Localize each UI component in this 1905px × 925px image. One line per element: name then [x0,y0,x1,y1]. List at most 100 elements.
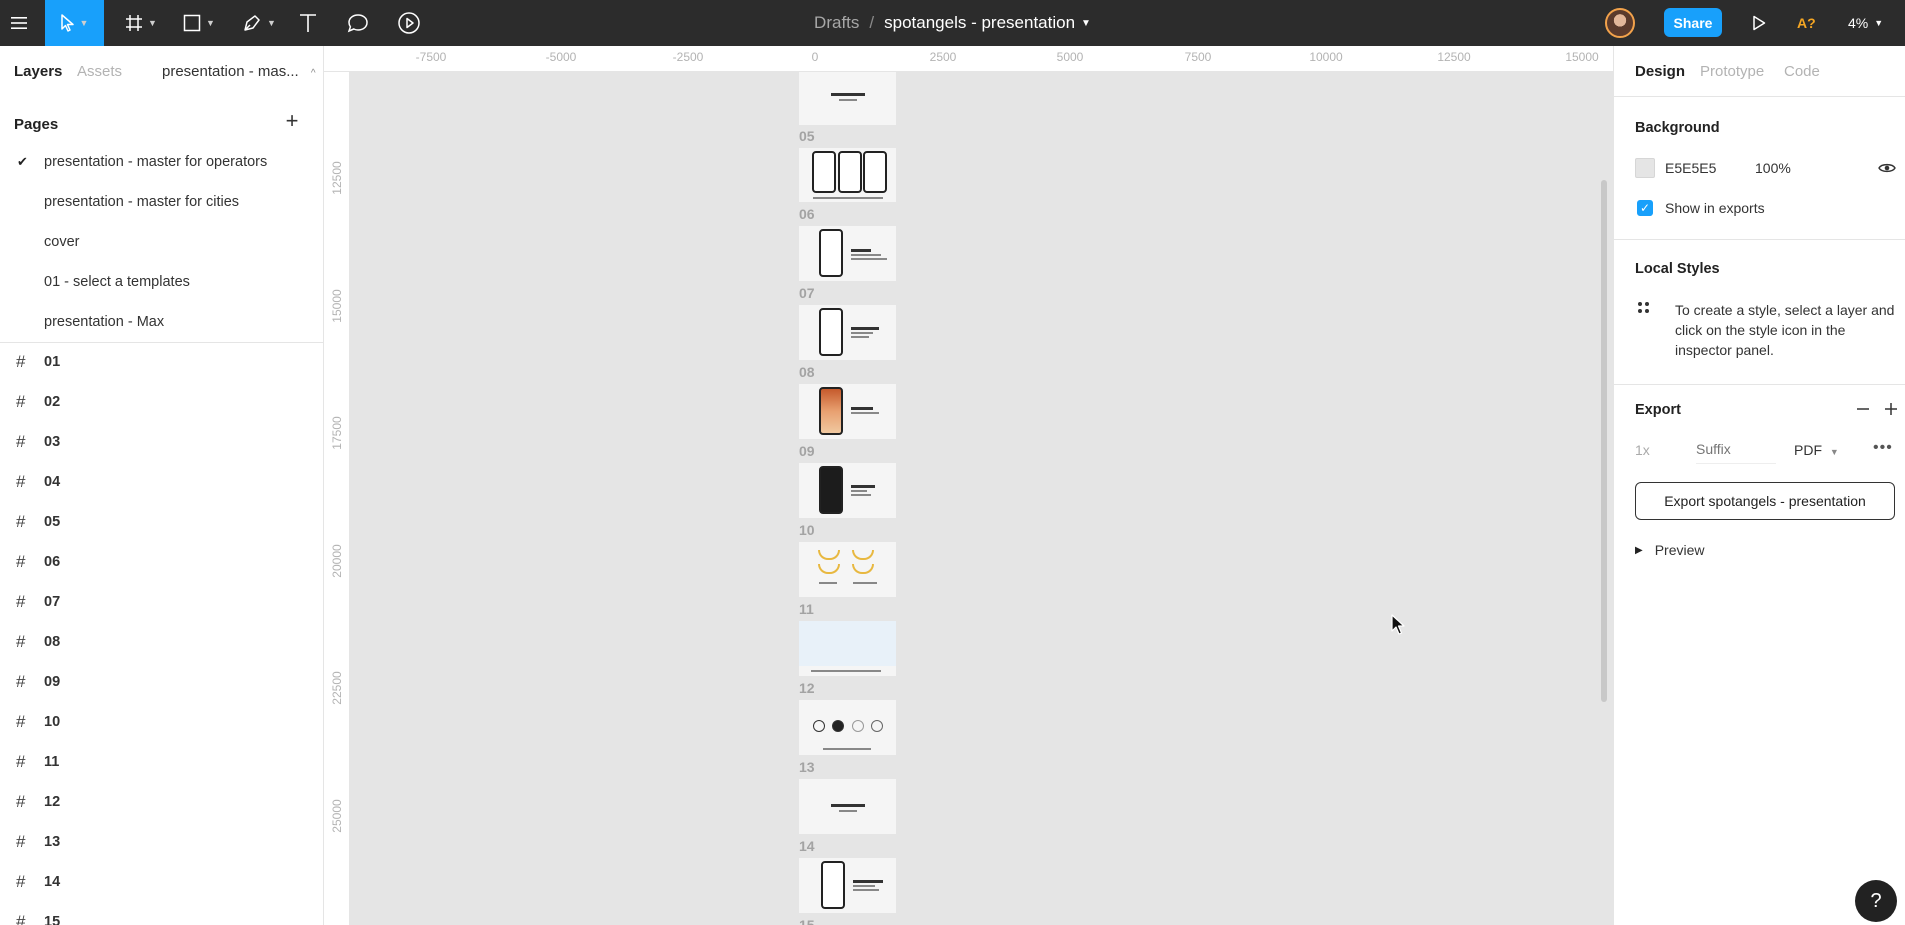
frame-label[interactable]: 09 [799,443,815,459]
layer-row[interactable]: #05 [0,502,323,542]
thumbnail-title [851,249,871,252]
present-button[interactable] [1747,0,1771,46]
layer-row[interactable]: #13 [0,822,323,862]
breadcrumb-drafts[interactable]: Drafts [814,13,859,33]
present-tool-button[interactable] [395,0,423,46]
frame-label[interactable]: 13 [799,759,815,775]
thumbnail-title [851,485,875,488]
preview-toggle[interactable]: ▶ Preview [1635,542,1705,558]
frame-thumbnail[interactable] [799,148,896,202]
preview-label: Preview [1654,542,1705,558]
help-button[interactable]: ? [1855,880,1897,922]
frame-label[interactable]: 06 [799,206,815,222]
frame-thumbnail[interactable] [799,858,896,913]
plus-icon [1885,403,1897,415]
page-item[interactable]: 01 - select a templates [0,262,323,302]
award-badge [818,564,840,574]
main-menu-button[interactable] [0,0,38,46]
thumbnail-title [853,880,883,883]
thumbnail-title [831,93,865,96]
layer-row[interactable]: #03 [0,422,323,462]
background-hex-input[interactable]: E5E5E5 [1665,160,1716,176]
remove-export-button[interactable] [1854,400,1872,418]
layer-row[interactable]: #06 [0,542,323,582]
frame-tool-button[interactable]: ▼ [122,0,160,46]
frame-label[interactable]: 11 [799,601,814,617]
phone-mockup [821,861,845,909]
top-toolbar: ▼ ▼ ▼ ▼ Drafts / spotangels - presentati… [0,0,1905,46]
layer-row[interactable]: #09 [0,662,323,702]
page-item[interactable]: cover [0,222,323,262]
frame-icon: # [16,792,26,811]
add-export-button[interactable] [1882,400,1900,418]
tab-assets[interactable]: Assets [77,63,122,80]
accessibility-button[interactable]: A? [1797,0,1816,46]
canvas[interactable]: 05 06 07 08 09 10 11 12 13 14 15 [350,72,1613,925]
logo-circle [852,720,864,732]
layer-row[interactable]: #01 [0,342,323,382]
page-item[interactable]: presentation - Max [0,302,323,342]
avatar[interactable] [1605,8,1635,38]
frame-thumbnail[interactable] [799,779,896,834]
frame-label[interactable]: 10 [799,522,815,538]
frame-thumbnail[interactable] [799,305,896,360]
frame-thumbnail[interactable] [799,621,896,676]
map-thumbnail [799,621,896,666]
layer-row[interactable]: #11 [0,742,323,782]
thumbnail-text [851,336,869,338]
plus-icon: + [285,108,299,133]
file-title[interactable]: spotangels - presentation [884,13,1075,33]
comment-tool-button[interactable] [344,0,372,46]
text-tool-button[interactable] [296,0,320,46]
frame-label[interactable]: 15 [799,917,815,925]
frame-label[interactable]: 05 [799,128,815,144]
export-format-select[interactable]: PDF ▼ [1794,442,1839,458]
ruler-tick-label: 0 [811,50,819,64]
layer-row[interactable]: #12 [0,782,323,822]
frame-thumbnail[interactable] [799,700,896,755]
layer-row[interactable]: #14 [0,862,323,902]
shape-tool-button[interactable]: ▼ [178,0,220,46]
thumbnail-title [851,327,879,330]
zoom-dropdown[interactable]: 4% ▼ [1848,0,1883,46]
layer-row[interactable]: #08 [0,622,323,662]
ruler-tick-label: 12500 [1437,50,1471,64]
frame-label[interactable]: 12 [799,680,815,696]
layer-row[interactable]: #07 [0,582,323,622]
export-button[interactable]: Export spotangels - presentation [1635,482,1895,520]
eye-icon[interactable] [1878,161,1896,175]
frame-label[interactable]: 14 [799,838,815,854]
frame-thumbnail[interactable] [799,542,896,597]
more-options-icon[interactable]: ••• [1873,439,1893,457]
export-scale-input[interactable]: 1x [1635,442,1650,458]
background-color-swatch[interactable] [1635,158,1655,178]
tab-design[interactable]: Design [1635,63,1685,80]
page-item[interactable]: presentation - master for cities [0,182,323,222]
frame-thumbnail[interactable] [799,72,896,125]
background-opacity-input[interactable]: 100% [1755,160,1791,176]
frame-label[interactable]: 07 [799,285,815,301]
ruler-tick-label: 25000 [330,799,344,833]
frame-thumbnail[interactable] [799,226,896,281]
layer-row[interactable]: #04 [0,462,323,502]
move-tool-button[interactable]: ▼ [45,0,104,46]
layer-row[interactable]: #02 [0,382,323,422]
tab-prototype[interactable]: Prototype [1700,63,1764,80]
pen-tool-button[interactable]: ▼ [238,0,280,46]
share-button[interactable]: Share [1664,8,1722,37]
frame-thumbnail[interactable] [799,463,896,518]
current-page-select[interactable]: presentation - mas... ^ [162,63,316,80]
layer-row[interactable]: #15 [0,902,323,925]
frame-icon: # [16,872,26,891]
layer-row[interactable]: #10 [0,702,323,742]
frame-thumbnail[interactable] [799,384,896,439]
show-in-exports-checkbox[interactable]: ✓ [1637,200,1653,216]
page-item[interactable]: ✔ presentation - master for operators [0,142,323,182]
frame-label[interactable]: 08 [799,364,815,380]
canvas-scrollbar[interactable] [1601,180,1607,702]
tab-layers[interactable]: Layers [14,63,62,80]
add-page-button[interactable]: + [282,110,302,132]
export-suffix-input[interactable] [1696,434,1776,464]
tab-code[interactable]: Code [1784,63,1820,80]
chevron-down-icon[interactable]: ▼ [1081,18,1091,29]
